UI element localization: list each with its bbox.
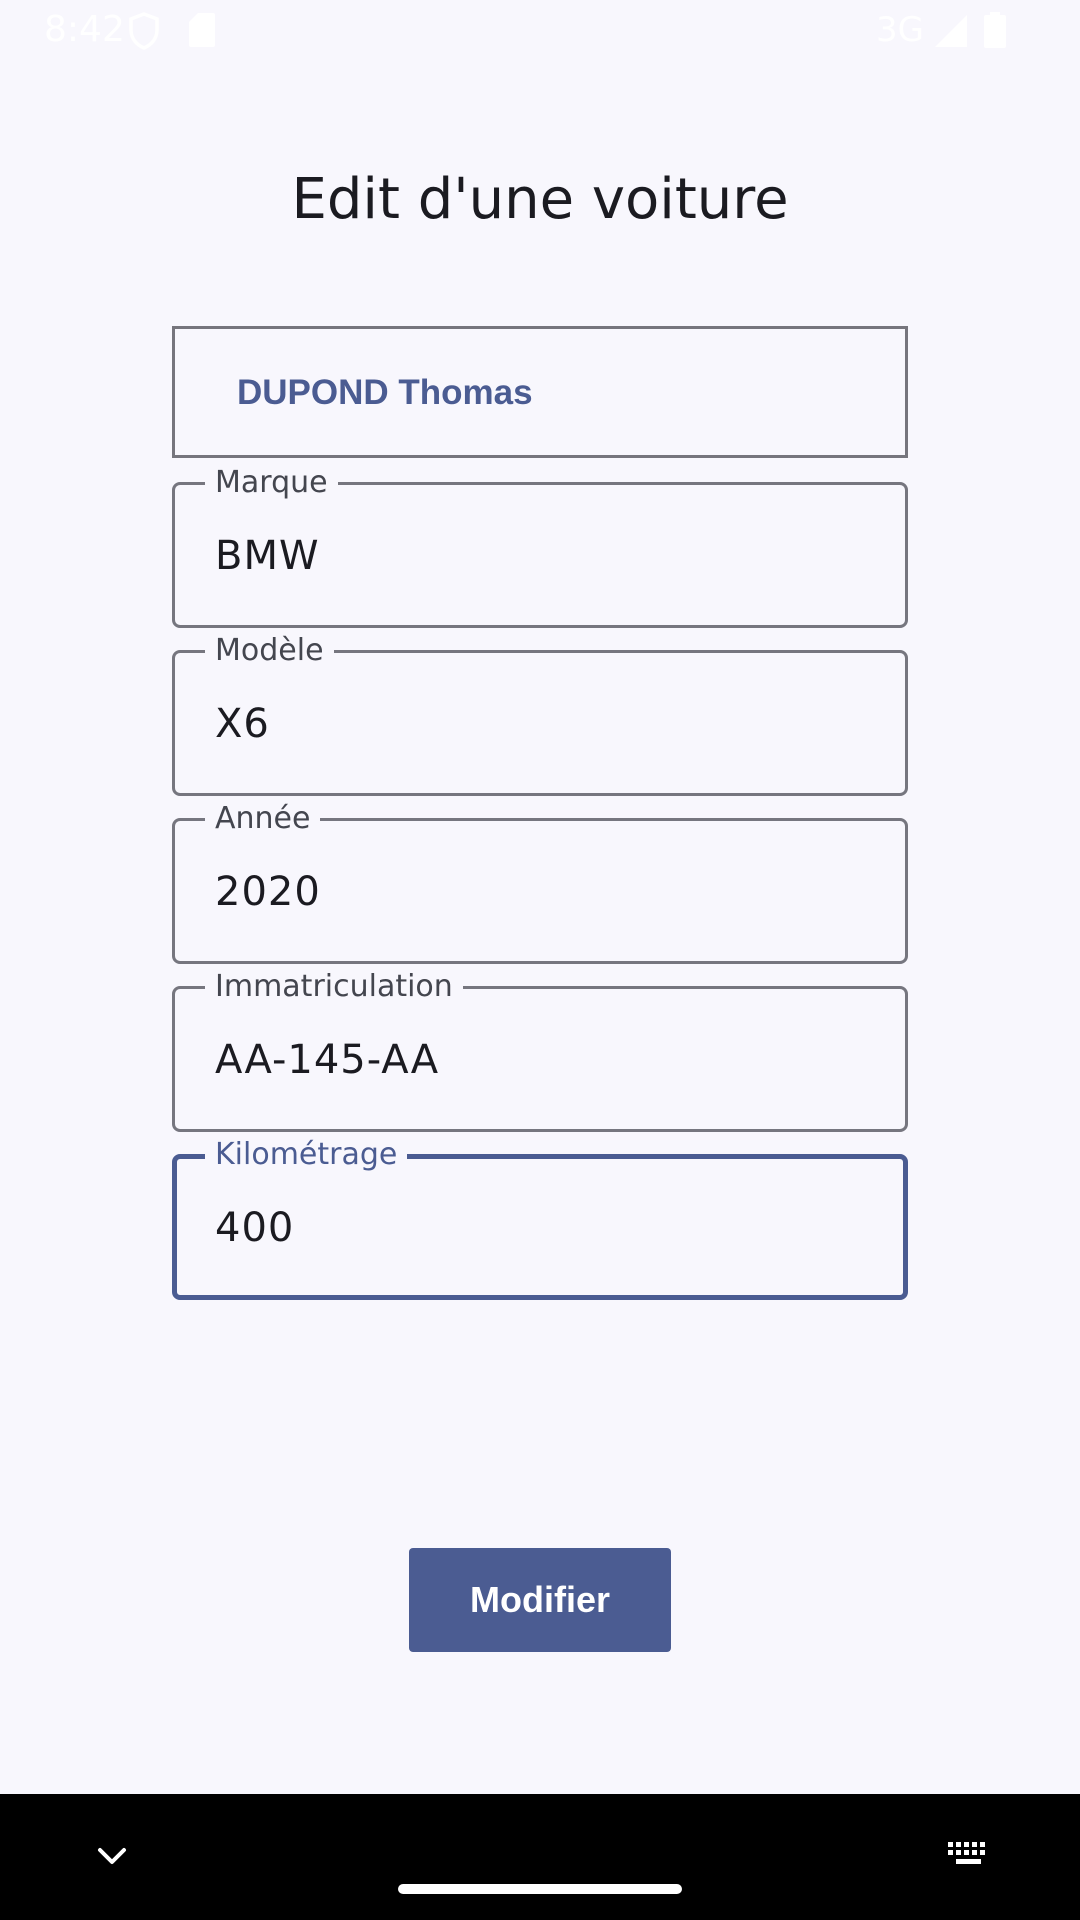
- brand-field[interactable]: Marque: [172, 463, 908, 628]
- registration-input[interactable]: [215, 1035, 855, 1085]
- brand-label: Marque: [205, 463, 338, 503]
- battery-icon: [984, 12, 1006, 52]
- year-label: Année: [205, 799, 321, 839]
- registration-label: Immatriculation: [205, 967, 463, 1007]
- sim-card-icon: [188, 12, 216, 52]
- registration-field[interactable]: Immatriculation: [172, 967, 908, 1132]
- shield-icon: [128, 12, 160, 54]
- mileage-field[interactable]: Kilométrage: [172, 1135, 908, 1300]
- signal-icon: [934, 14, 968, 52]
- year-field[interactable]: Année: [172, 799, 908, 964]
- modify-button[interactable]: Modifier: [409, 1548, 671, 1652]
- year-input[interactable]: [215, 867, 855, 917]
- model-input[interactable]: [215, 699, 855, 749]
- mileage-label: Kilométrage: [205, 1135, 408, 1175]
- chevron-down-icon[interactable]: [94, 1838, 130, 1878]
- mileage-input[interactable]: [215, 1203, 855, 1253]
- model-label: Modèle: [205, 631, 334, 671]
- network-type: 3G: [876, 10, 924, 50]
- model-field[interactable]: Modèle: [172, 631, 908, 796]
- status-time: 8:42: [44, 9, 125, 50]
- navigation-bar: [0, 1794, 1080, 1920]
- page-title: Edit d'une voiture: [291, 167, 789, 232]
- owner-name: DUPOND Thomas: [237, 373, 533, 412]
- home-handle[interactable]: [398, 1884, 682, 1894]
- brand-input[interactable]: [215, 531, 855, 581]
- keyboard-icon[interactable]: [946, 1840, 990, 1874]
- status-bar: 8:42 3G: [0, 0, 1080, 62]
- owner-selector[interactable]: DUPOND Thomas: [172, 326, 908, 458]
